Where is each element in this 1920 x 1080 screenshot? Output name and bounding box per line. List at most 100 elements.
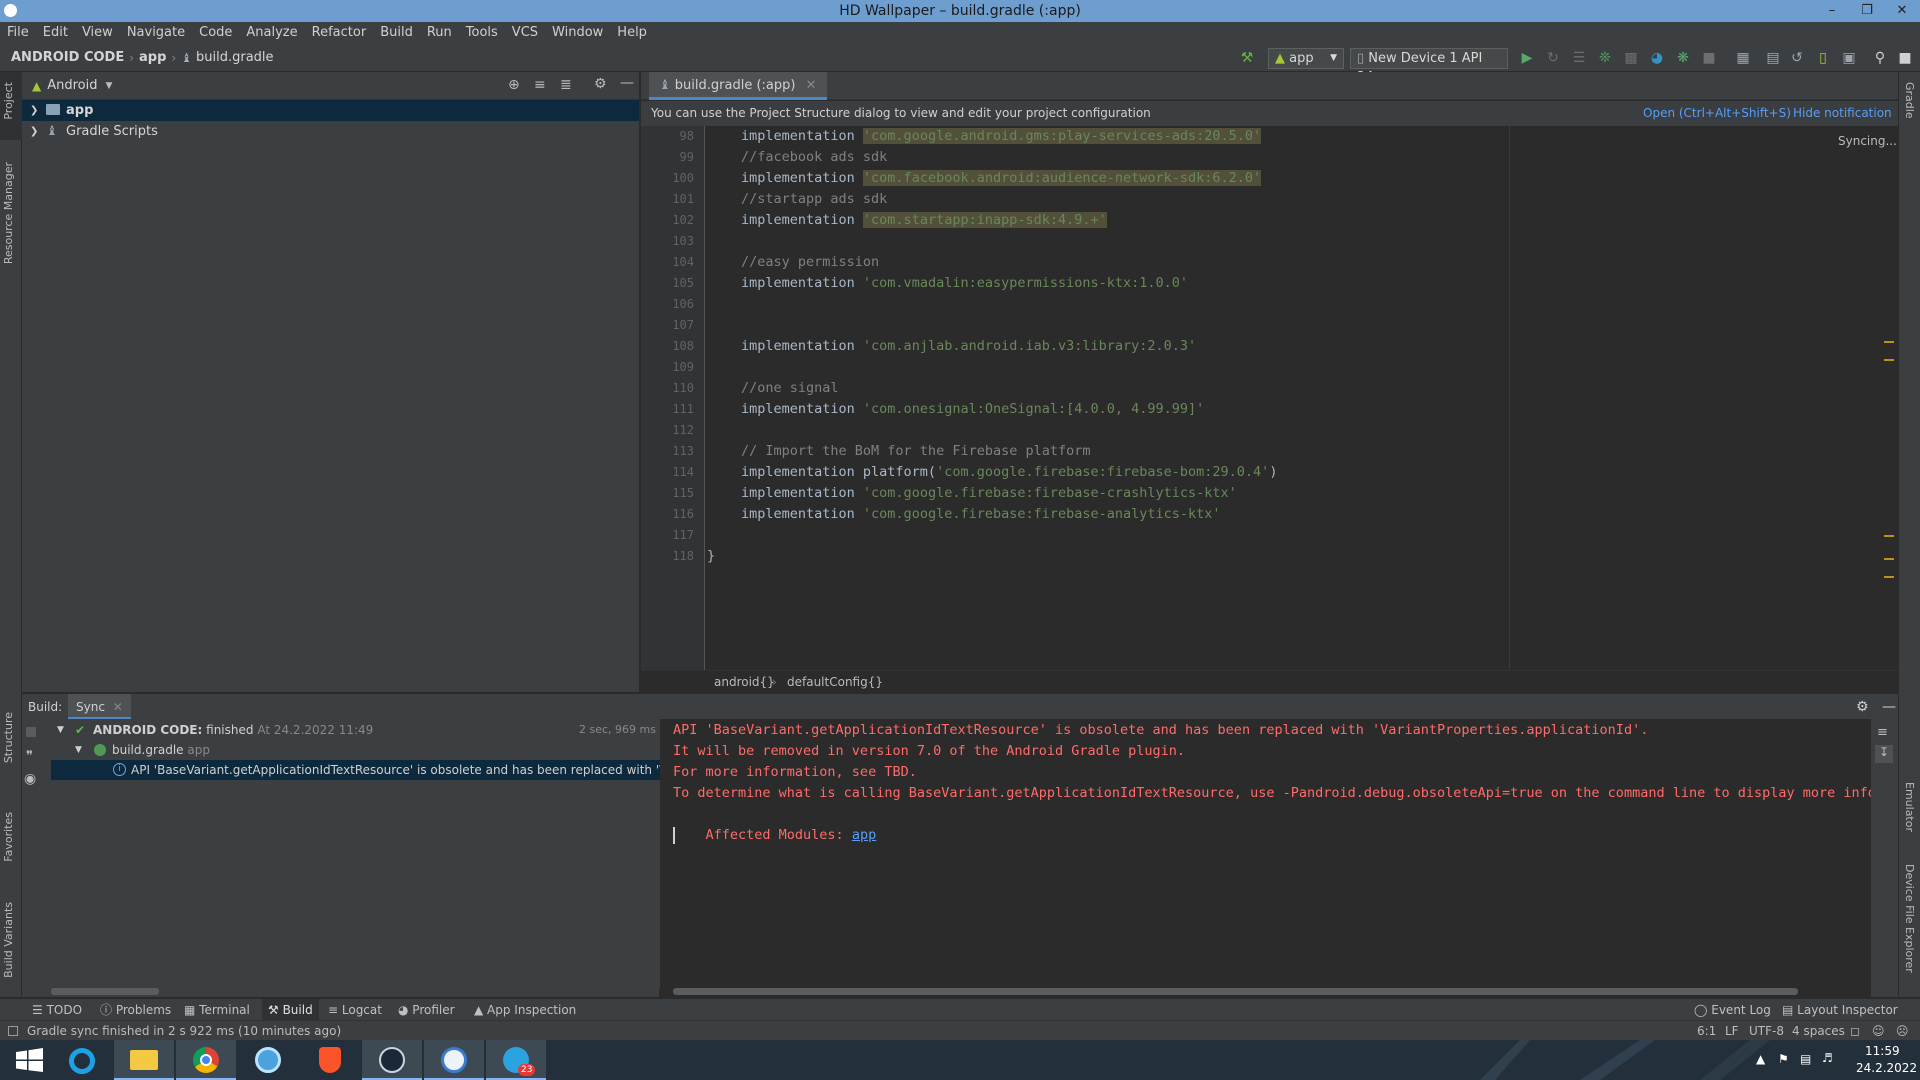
taskbar-chrome[interactable] [176,1040,236,1080]
menu-window[interactable]: Window [545,22,610,44]
restore-button[interactable]: ❐ [1852,0,1882,22]
menu-help[interactable]: Help [610,22,654,44]
stop-icon[interactable]: ■ [1700,49,1718,67]
editor-tab-build-gradle[interactable]: ♝ build.gradle (:app) ✕ [649,72,827,100]
menu-navigate[interactable]: Navigate [120,22,192,44]
attach-debugger-icon[interactable]: ❋ [1674,49,1692,67]
collapse-all-icon[interactable]: ≣ [560,77,572,93]
stop-icon[interactable] [26,727,36,737]
apply-changes-icon[interactable]: ↻ [1544,49,1562,67]
tool-tab-problems[interactable]: ⓘ Problems [100,999,171,1021]
code-editor[interactable]: implementation 'com.google.android.gms:p… [705,126,1885,670]
code-breadcrumb-android[interactable]: android{} [714,671,775,693]
network-icon[interactable]: ▤ [1800,1052,1811,1066]
run-config-select[interactable]: ▲ app ▼ [1268,48,1344,69]
emulator-tool-tab[interactable]: Emulator [1903,782,1916,832]
build-tree-child[interactable]: ▼ build.gradle app [51,740,660,760]
tool-tab-terminal[interactable]: ▦ Terminal [184,999,250,1021]
device-select[interactable]: ▯ New Device 1 API 24 ▼ [1350,48,1508,85]
indent-setting[interactable]: 4 spaces [1792,1021,1845,1041]
tool-tab-logcat[interactable]: ≡ Logcat [328,999,382,1021]
clock-date[interactable]: 24.2.2022 [1856,1061,1917,1075]
build-tree-root[interactable]: ▼ ✔ ANDROID CODE: finished At 24.2.2022 … [51,720,660,740]
profile-icon[interactable]: ◕ [1648,49,1666,67]
structure-tool-tab[interactable]: Structure [2,712,15,763]
breadcrumb-project[interactable]: ANDROID CODE [11,50,124,65]
expand-all-icon[interactable]: ≡ [534,77,546,93]
menu-code[interactable]: Code [192,22,239,44]
close-button[interactable]: ✕ [1887,0,1917,22]
open-project-structure-link[interactable]: Open (Ctrl+Alt+Shift+S) [1643,101,1791,126]
volume-icon[interactable]: ♬ [1822,1051,1833,1065]
tree-item-app[interactable]: ❯ app [22,100,639,121]
inspection-icon[interactable]: ☺ [1872,1021,1885,1041]
tray-flag-icon[interactable]: ⚑ [1778,1052,1789,1066]
caret-position[interactable]: 6:1 [1697,1021,1716,1041]
scroll-to-end-icon[interactable]: ↧ [1875,745,1893,763]
tree-item-gradle-scripts[interactable]: ❯ ♝ Gradle Scripts [22,121,639,142]
build-tab-sync[interactable]: Sync ✕ [68,694,131,720]
build-variants-tool-tab[interactable]: Build Variants [2,902,15,978]
menu-view[interactable]: View [75,22,120,44]
close-tab-icon[interactable]: ✕ [109,700,123,714]
file-encoding[interactable]: UTF-8 [1749,1021,1784,1041]
coverage-icon[interactable]: ▩ [1622,49,1640,67]
gear-icon[interactable]: ⚙ [594,76,607,92]
tool-tab-build[interactable]: ⚒ Build [262,999,319,1021]
tray-overflow-icon[interactable]: ▲ [1756,1052,1765,1066]
hide-panel-icon[interactable]: — [1882,694,1896,720]
taskbar-internet-explorer[interactable] [52,1040,112,1080]
project-tool-tab[interactable]: Project [2,82,15,120]
sdk-manager-icon[interactable]: ▤ [1764,49,1782,67]
sync-gradle-icon[interactable]: ↺ [1788,49,1806,67]
device-file-explorer-tool-tab[interactable]: Device File Explorer [1903,864,1916,973]
taskbar-steam[interactable] [362,1040,422,1080]
device-manager-icon[interactable]: ▯ [1814,49,1832,67]
taskbar-file-explorer[interactable] [114,1040,174,1080]
menu-run[interactable]: Run [420,22,459,44]
code-breadcrumb-defaultconfig[interactable]: defaultConfig{} [787,671,883,693]
close-tab-icon[interactable]: ✕ [800,78,817,93]
menu-edit[interactable]: Edit [36,22,75,44]
project-view-select[interactable]: ▲ Android ▼ [32,78,112,93]
gradle-tool-tab[interactable]: Gradle [1903,82,1916,119]
make-project-icon[interactable]: ⚒ [1238,49,1256,67]
search-icon[interactable]: ⚲ [1871,49,1889,67]
line-separator[interactable]: LF [1725,1021,1739,1041]
taskbar-telegram[interactable]: 23 [486,1040,546,1080]
apply-code-changes-icon[interactable]: ☰ [1570,49,1588,67]
start-button[interactable] [0,1040,60,1080]
horizontal-scrollbar[interactable] [51,988,159,995]
settings-sync-icon[interactable]: ■ [1896,49,1914,67]
menu-analyze[interactable]: Analyze [239,22,304,44]
status-panel-icon[interactable] [8,1026,18,1036]
locate-icon[interactable]: ⊕ [508,77,520,93]
menu-refactor[interactable]: Refactor [305,22,374,44]
lock-icon[interactable]: ◻ [1850,1021,1860,1041]
soft-wrap-icon[interactable]: ≡ [1877,725,1888,740]
tool-tab-profiler[interactable]: ◕ Profiler [398,999,455,1021]
hide-panel-icon[interactable]: — [620,75,634,91]
status-message[interactable]: Gradle sync finished in 2 s 922 ms (10 m… [27,1021,341,1041]
horizontal-scrollbar[interactable] [673,988,1798,995]
breadcrumb-module[interactable]: app [139,50,166,65]
pin-icon[interactable]: ❞ [26,749,33,764]
notifications-icon[interactable]: ☹ [1896,1021,1909,1041]
resource-manager-tool-tab[interactable]: Resource Manager [2,162,15,264]
project-structure-icon[interactable]: ▦ [1734,49,1752,67]
breadcrumb-file[interactable]: build.gradle [196,50,274,65]
hide-notification-link[interactable]: Hide notification [1793,101,1892,126]
menu-tools[interactable]: Tools [459,22,505,44]
build-console[interactable]: API 'BaseVariant.getApplicationIdTextRes… [661,719,1892,997]
tool-tab-todo[interactable]: ☰ TODO [32,999,82,1021]
minimize-button[interactable]: – [1817,0,1847,22]
clock-time[interactable]: 11:59 [1865,1044,1900,1058]
taskbar-app-circle[interactable] [238,1040,298,1080]
affected-module-link[interactable]: app [852,827,876,843]
menu-file[interactable]: File [0,22,36,44]
gear-icon[interactable]: ⚙ [1856,694,1869,720]
build-tree-warning[interactable]: i API 'BaseVariant.getApplicationIdTextR… [51,760,660,780]
device-mirror-icon[interactable]: ▣ [1840,49,1858,67]
tool-tab-layout-inspector[interactable]: ▤ Layout Inspector [1782,999,1898,1021]
menu-vcs[interactable]: VCS [505,22,545,44]
